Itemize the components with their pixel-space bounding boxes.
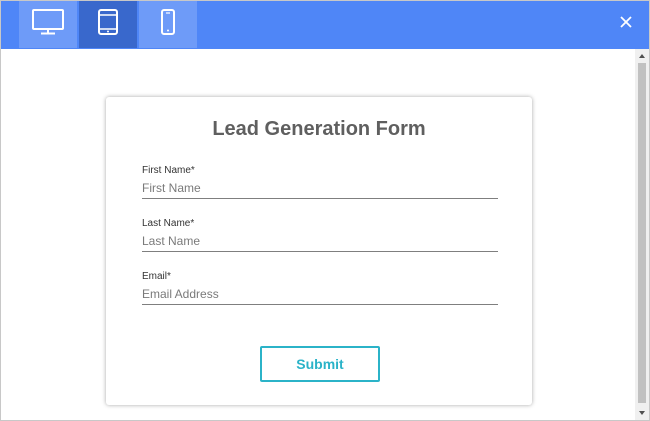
mobile-view-button[interactable]: [139, 1, 197, 48]
last-name-input[interactable]: [142, 231, 498, 252]
email-field: Email*: [142, 271, 498, 305]
tablet-view-button[interactable]: [79, 1, 137, 48]
preview-window: Lead Generation Form First Name* Last Na…: [0, 0, 650, 421]
scroll-down-arrow[interactable]: [635, 406, 649, 420]
mobile-icon: [160, 8, 176, 41]
form-title: Lead Generation Form: [212, 118, 426, 140]
first-name-input[interactable]: [142, 178, 498, 199]
scroll-up-arrow[interactable]: [635, 49, 649, 63]
device-toolbar: [1, 1, 649, 49]
tablet-icon: [97, 8, 119, 41]
lead-form-card: Lead Generation Form First Name* Last Na…: [106, 97, 532, 405]
desktop-view-button[interactable]: [19, 1, 77, 48]
submit-button[interactable]: Submit: [260, 346, 380, 382]
last-name-label: Last Name*: [142, 218, 195, 229]
scrollbar-thumb[interactable]: [638, 63, 646, 403]
email-label: Email*: [142, 271, 171, 282]
email-input[interactable]: [142, 284, 498, 305]
preview-viewport: Lead Generation Form First Name* Last Na…: [1, 49, 635, 420]
close-button[interactable]: [615, 13, 637, 35]
last-name-field: Last Name*: [142, 218, 498, 252]
desktop-icon: [31, 8, 65, 41]
close-icon: [619, 15, 633, 34]
first-name-field: First Name*: [142, 165, 498, 199]
vertical-scrollbar[interactable]: [635, 49, 649, 420]
first-name-label: First Name*: [142, 165, 195, 176]
